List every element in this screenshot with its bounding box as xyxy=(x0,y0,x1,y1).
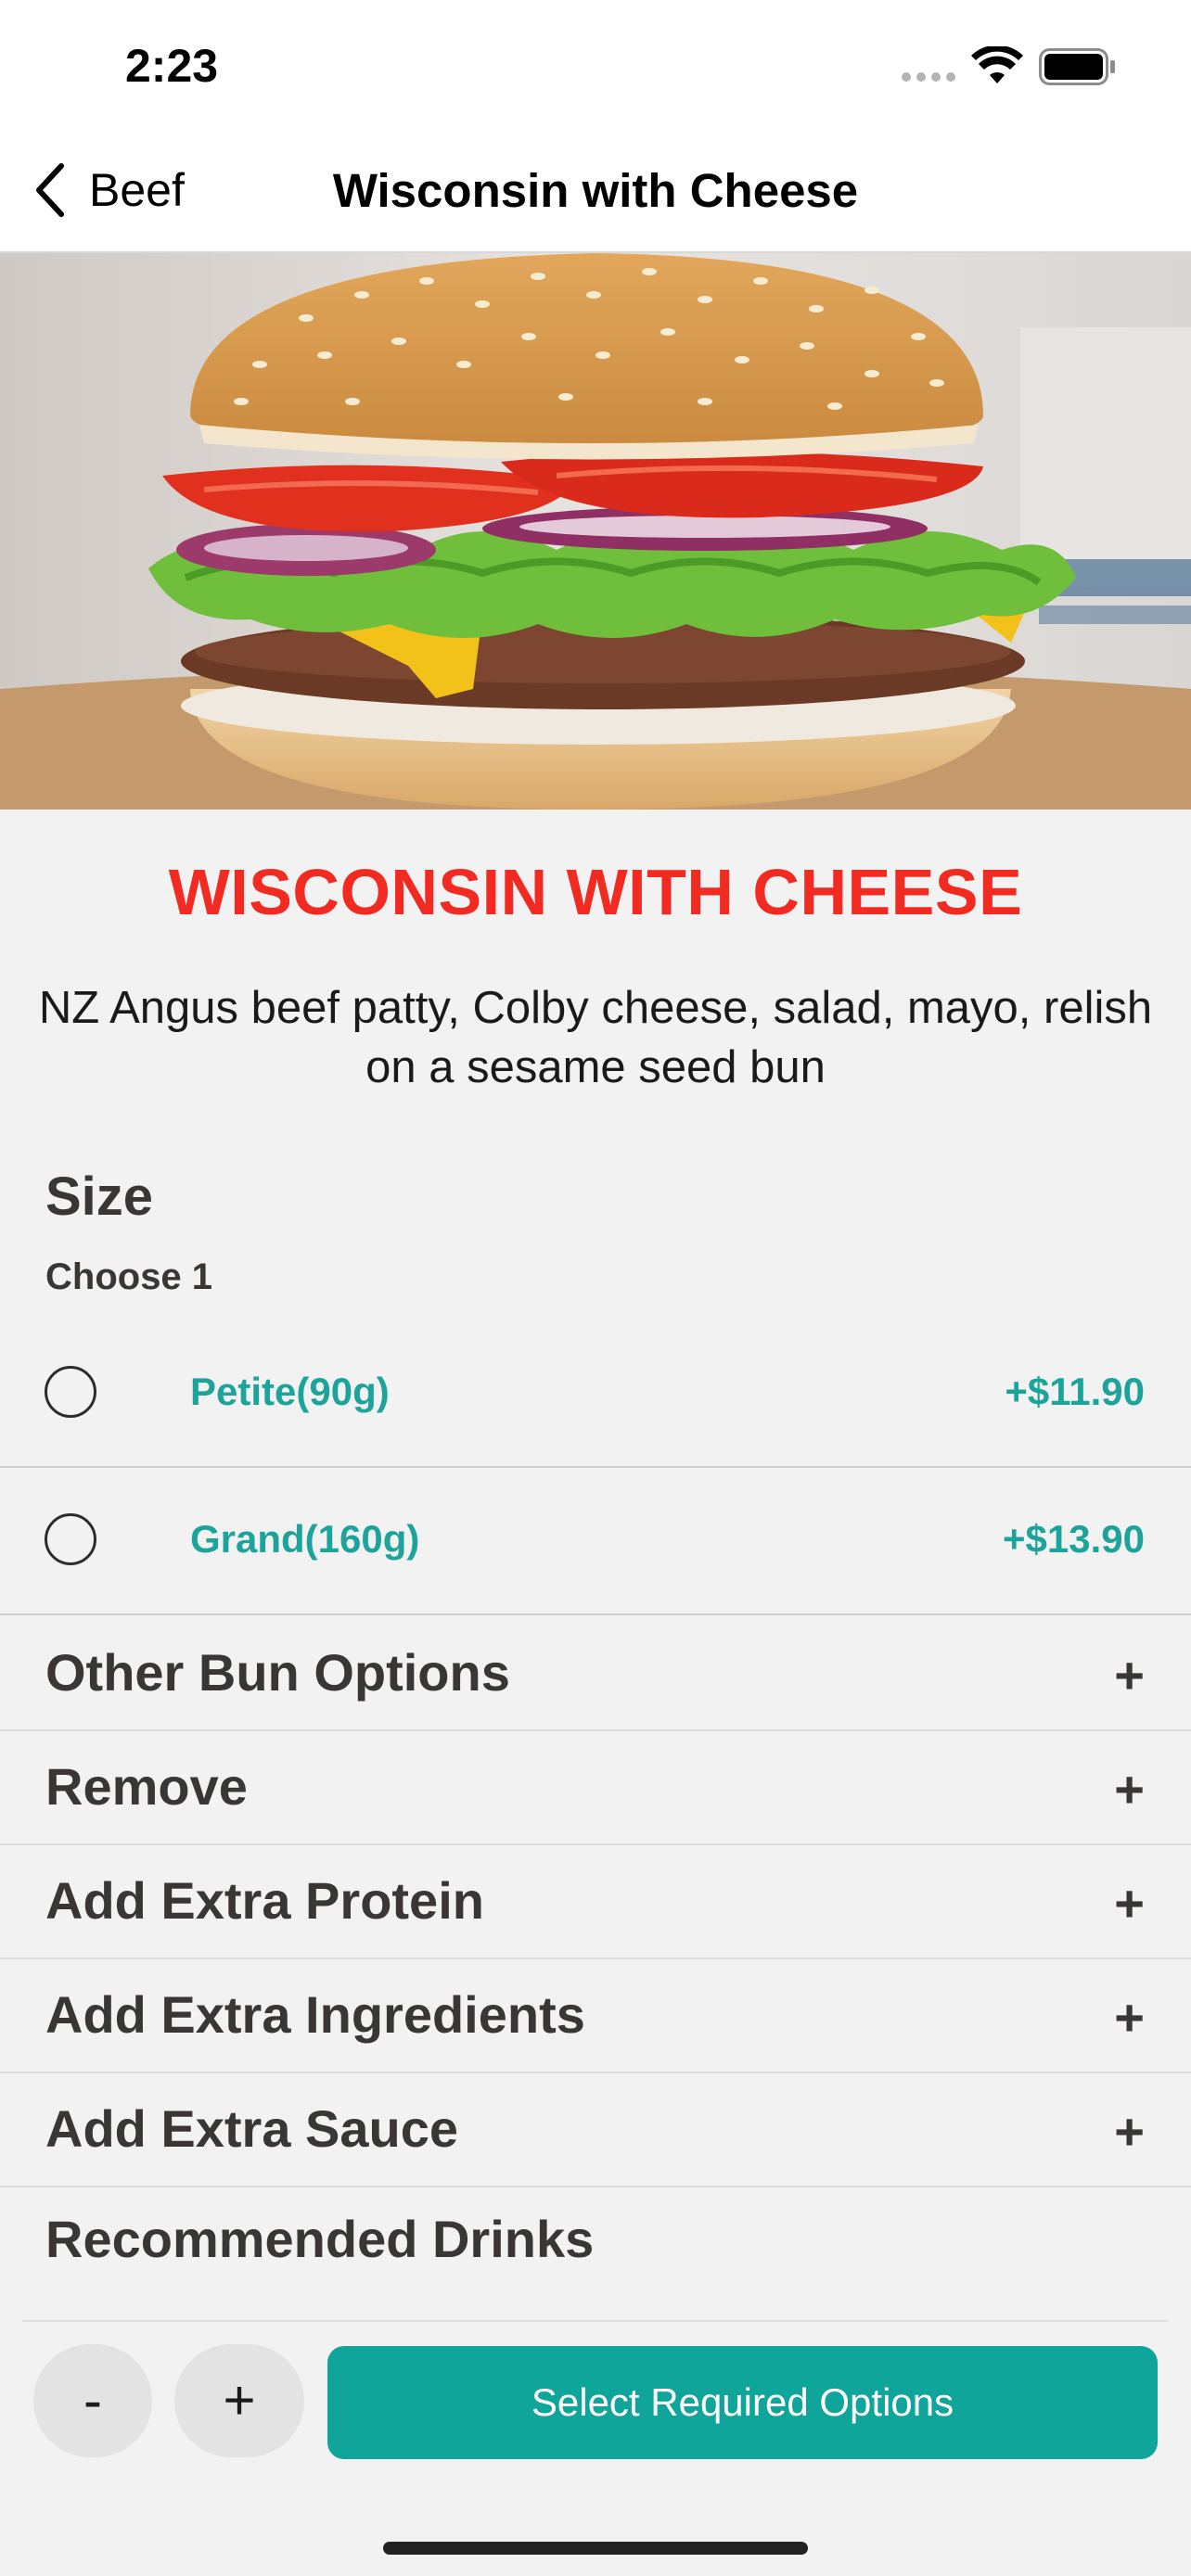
decrease-quantity-button[interactable]: - xyxy=(33,2344,152,2457)
plus-icon[interactable]: + xyxy=(1114,1759,1145,1819)
navigation-bar: Beef Wisconsin with Cheese xyxy=(0,130,1191,253)
size-section-title: Size xyxy=(45,1167,154,1227)
accordion-label: Add Extra Ingredients xyxy=(45,1985,585,2044)
accordion-add-extra-sauce[interactable]: Add Extra Sauce + xyxy=(0,2073,1191,2187)
accordion-add-extra-protein[interactable]: Add Extra Protein + xyxy=(0,1845,1191,1959)
option-label: Grand(160g) xyxy=(190,1517,420,1561)
radio-button[interactable] xyxy=(45,1513,96,1565)
plus-icon[interactable]: + xyxy=(1114,2101,1145,2162)
battery-icon xyxy=(1039,48,1115,85)
home-indicator xyxy=(383,2542,808,2555)
divider xyxy=(22,2320,1169,2322)
accordion-other-bun-options[interactable]: Other Bun Options + xyxy=(0,1617,1191,1731)
plus-icon[interactable]: + xyxy=(1114,1873,1145,1933)
status-bar: 2:23 xyxy=(0,0,1191,130)
plus-icon[interactable]: + xyxy=(1114,1987,1145,2047)
cellular-signal-icon xyxy=(902,72,955,82)
increase-quantity-button[interactable]: + xyxy=(174,2344,304,2457)
product-title: WISCONSIN WITH CHEESE xyxy=(168,856,1023,928)
status-time: 2:23 xyxy=(125,40,219,92)
accordion-label: Remove xyxy=(45,1757,248,1816)
page-title: Wisconsin with Cheese xyxy=(332,164,859,217)
size-section-subtitle: Choose 1 xyxy=(45,1256,213,1297)
select-required-options-button[interactable]: Select Required Options xyxy=(327,2346,1158,2459)
option-price: +$13.90 xyxy=(1003,1517,1145,1561)
product-image xyxy=(0,253,1191,810)
option-label: Petite(90g) xyxy=(190,1370,390,1413)
recommended-drinks-title: Recommended Drinks xyxy=(45,2210,595,2268)
accordion-label: Add Extra Protein xyxy=(45,1871,484,1930)
accordion-label: Other Bun Options xyxy=(45,1643,510,1702)
accordion-label: Add Extra Sauce xyxy=(45,2099,459,2158)
accordion-add-extra-ingredients[interactable]: Add Extra Ingredients + xyxy=(0,1959,1191,2073)
radio-button[interactable] xyxy=(45,1366,96,1418)
wifi-icon xyxy=(971,46,1023,83)
accordion-remove[interactable]: Remove + xyxy=(0,1731,1191,1845)
size-option-grand[interactable]: Grand(160g) +$13.90 xyxy=(0,1469,1191,1615)
plus-icon[interactable]: + xyxy=(1114,1645,1145,1705)
option-price: +$11.90 xyxy=(1005,1370,1145,1413)
product-description: NZ Angus beef patty, Colby cheese, salad… xyxy=(38,983,1153,1092)
size-option-petite[interactable]: Petite(90g) +$11.90 xyxy=(0,1321,1191,1468)
